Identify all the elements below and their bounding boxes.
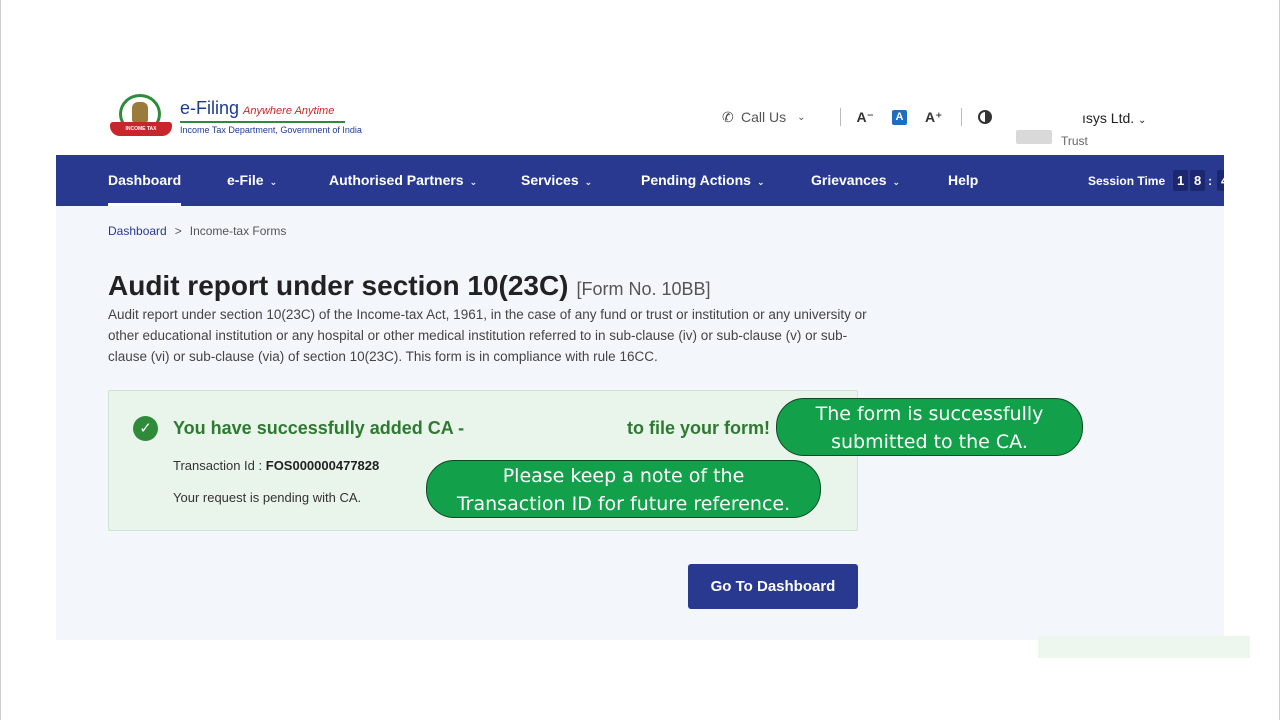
- callout-line: The form is successfully: [815, 403, 1044, 425]
- breadcrumb-current: Income-tax Forms: [189, 224, 287, 238]
- callout-transaction-note: Please keep a note of the Transaction ID…: [426, 460, 821, 518]
- divider: [960, 108, 962, 126]
- page-title: Audit report under section 10(23C) [Form…: [108, 270, 711, 302]
- call-us-label: Call Us: [741, 109, 787, 125]
- efiling-logo[interactable]: INCOME TAX DEPARTMENT e-Filing Anywhere …: [108, 92, 362, 146]
- call-us-dropdown[interactable]: ✆ Call Us ⌄: [722, 109, 806, 125]
- chevron-down-icon: ⌄: [756, 177, 765, 187]
- form-number: [Form No. 10BB]: [576, 279, 711, 299]
- emblem-ribbon-text: INCOME TAX DEPARTMENT: [110, 122, 172, 146]
- page-description: Audit report under section 10(23C) of th…: [108, 307, 867, 364]
- brand-divider: [180, 121, 345, 123]
- success-message-end: to file your form!: [627, 418, 770, 438]
- chevron-down-icon: ⌄: [584, 177, 593, 187]
- chevron-down-icon: ⌄: [797, 111, 806, 123]
- pending-status-text: Your request is pending with CA.: [173, 490, 362, 505]
- font-increase-button[interactable]: A⁺: [925, 109, 943, 126]
- decorative-strip: [1038, 636, 1250, 658]
- nav-item-dashboard[interactable]: Dashboard: [108, 155, 182, 206]
- emblem-icon: INCOME TAX DEPARTMENT: [108, 92, 174, 146]
- session-timer: Session Time 1 8 : 4: [1088, 155, 1224, 206]
- session-digit: 8: [1190, 170, 1206, 191]
- nav-item-efile[interactable]: e-File ⌄: [227, 155, 277, 206]
- callout-line: submitted to the CA.: [831, 431, 1028, 453]
- header-tools: ✆ Call Us ⌄ A⁻ A A⁺: [722, 108, 992, 126]
- check-circle-icon: ✓: [133, 416, 158, 441]
- brand-name: e-Filing: [180, 98, 240, 118]
- session-colon: :: [1208, 173, 1213, 188]
- breadcrumb-dashboard-link[interactable]: Dashboard: [108, 224, 167, 238]
- brand-tagline: Anywhere Anytime: [243, 105, 335, 117]
- font-decrease-button[interactable]: A⁻: [857, 109, 875, 126]
- nav-item-authorised-partners[interactable]: Authorised Partners ⌄: [329, 155, 477, 206]
- transaction-id-value: FOS000000477828: [265, 458, 380, 473]
- breadcrumb-separator: >: [174, 224, 182, 238]
- avatar: [1016, 130, 1052, 144]
- callout-form-submitted: The form is successfully submitted to th…: [776, 398, 1083, 456]
- phone-icon: ✆: [722, 109, 734, 125]
- brand-text: e-Filing Anywhere Anytime Income Tax Dep…: [180, 92, 362, 135]
- font-default-button[interactable]: A: [892, 109, 908, 125]
- brand-department: Income Tax Department, Government of Ind…: [180, 125, 362, 135]
- nav-item-grievances[interactable]: Grievances ⌄: [811, 155, 900, 206]
- nav-item-pending-actions[interactable]: Pending Actions ⌄: [641, 155, 764, 206]
- session-label: Session Time: [1088, 173, 1166, 188]
- chevron-down-icon: ⌄: [892, 177, 901, 187]
- callout-line: Transaction ID for future reference.: [456, 493, 791, 515]
- page-title-text: Audit report under section 10(23C): [108, 270, 569, 301]
- divider: [839, 108, 841, 126]
- nav-item-help[interactable]: Help: [948, 155, 978, 206]
- user-name: ısys Ltd. ⌄: [1082, 110, 1147, 126]
- contrast-toggle-icon[interactable]: [977, 110, 992, 124]
- session-digit: 4: [1217, 170, 1224, 191]
- callout-line: Please keep a note of the: [502, 465, 745, 487]
- session-digit: 1: [1173, 170, 1189, 191]
- go-to-dashboard-button[interactable]: Go To Dashboard: [688, 564, 858, 609]
- breadcrumb: Dashboard > Income-tax Forms: [108, 224, 286, 238]
- site-header: INCOME TAX DEPARTMENT e-Filing Anywhere …: [56, 82, 1224, 154]
- chevron-down-icon: ⌄: [469, 177, 478, 187]
- transaction-id-row: Transaction Id : FOS000000477828: [173, 458, 379, 473]
- success-message-start: You have successfully added CA -: [173, 418, 465, 438]
- user-role: Trust: [1061, 134, 1088, 148]
- chevron-down-icon: ⌄: [269, 177, 278, 187]
- main-nav: Dashboard e-File ⌄ Authorised Partners ⌄ S…: [56, 155, 1224, 206]
- nav-item-services[interactable]: Services ⌄: [521, 155, 592, 206]
- transaction-id-label: Transaction Id :: [173, 458, 263, 473]
